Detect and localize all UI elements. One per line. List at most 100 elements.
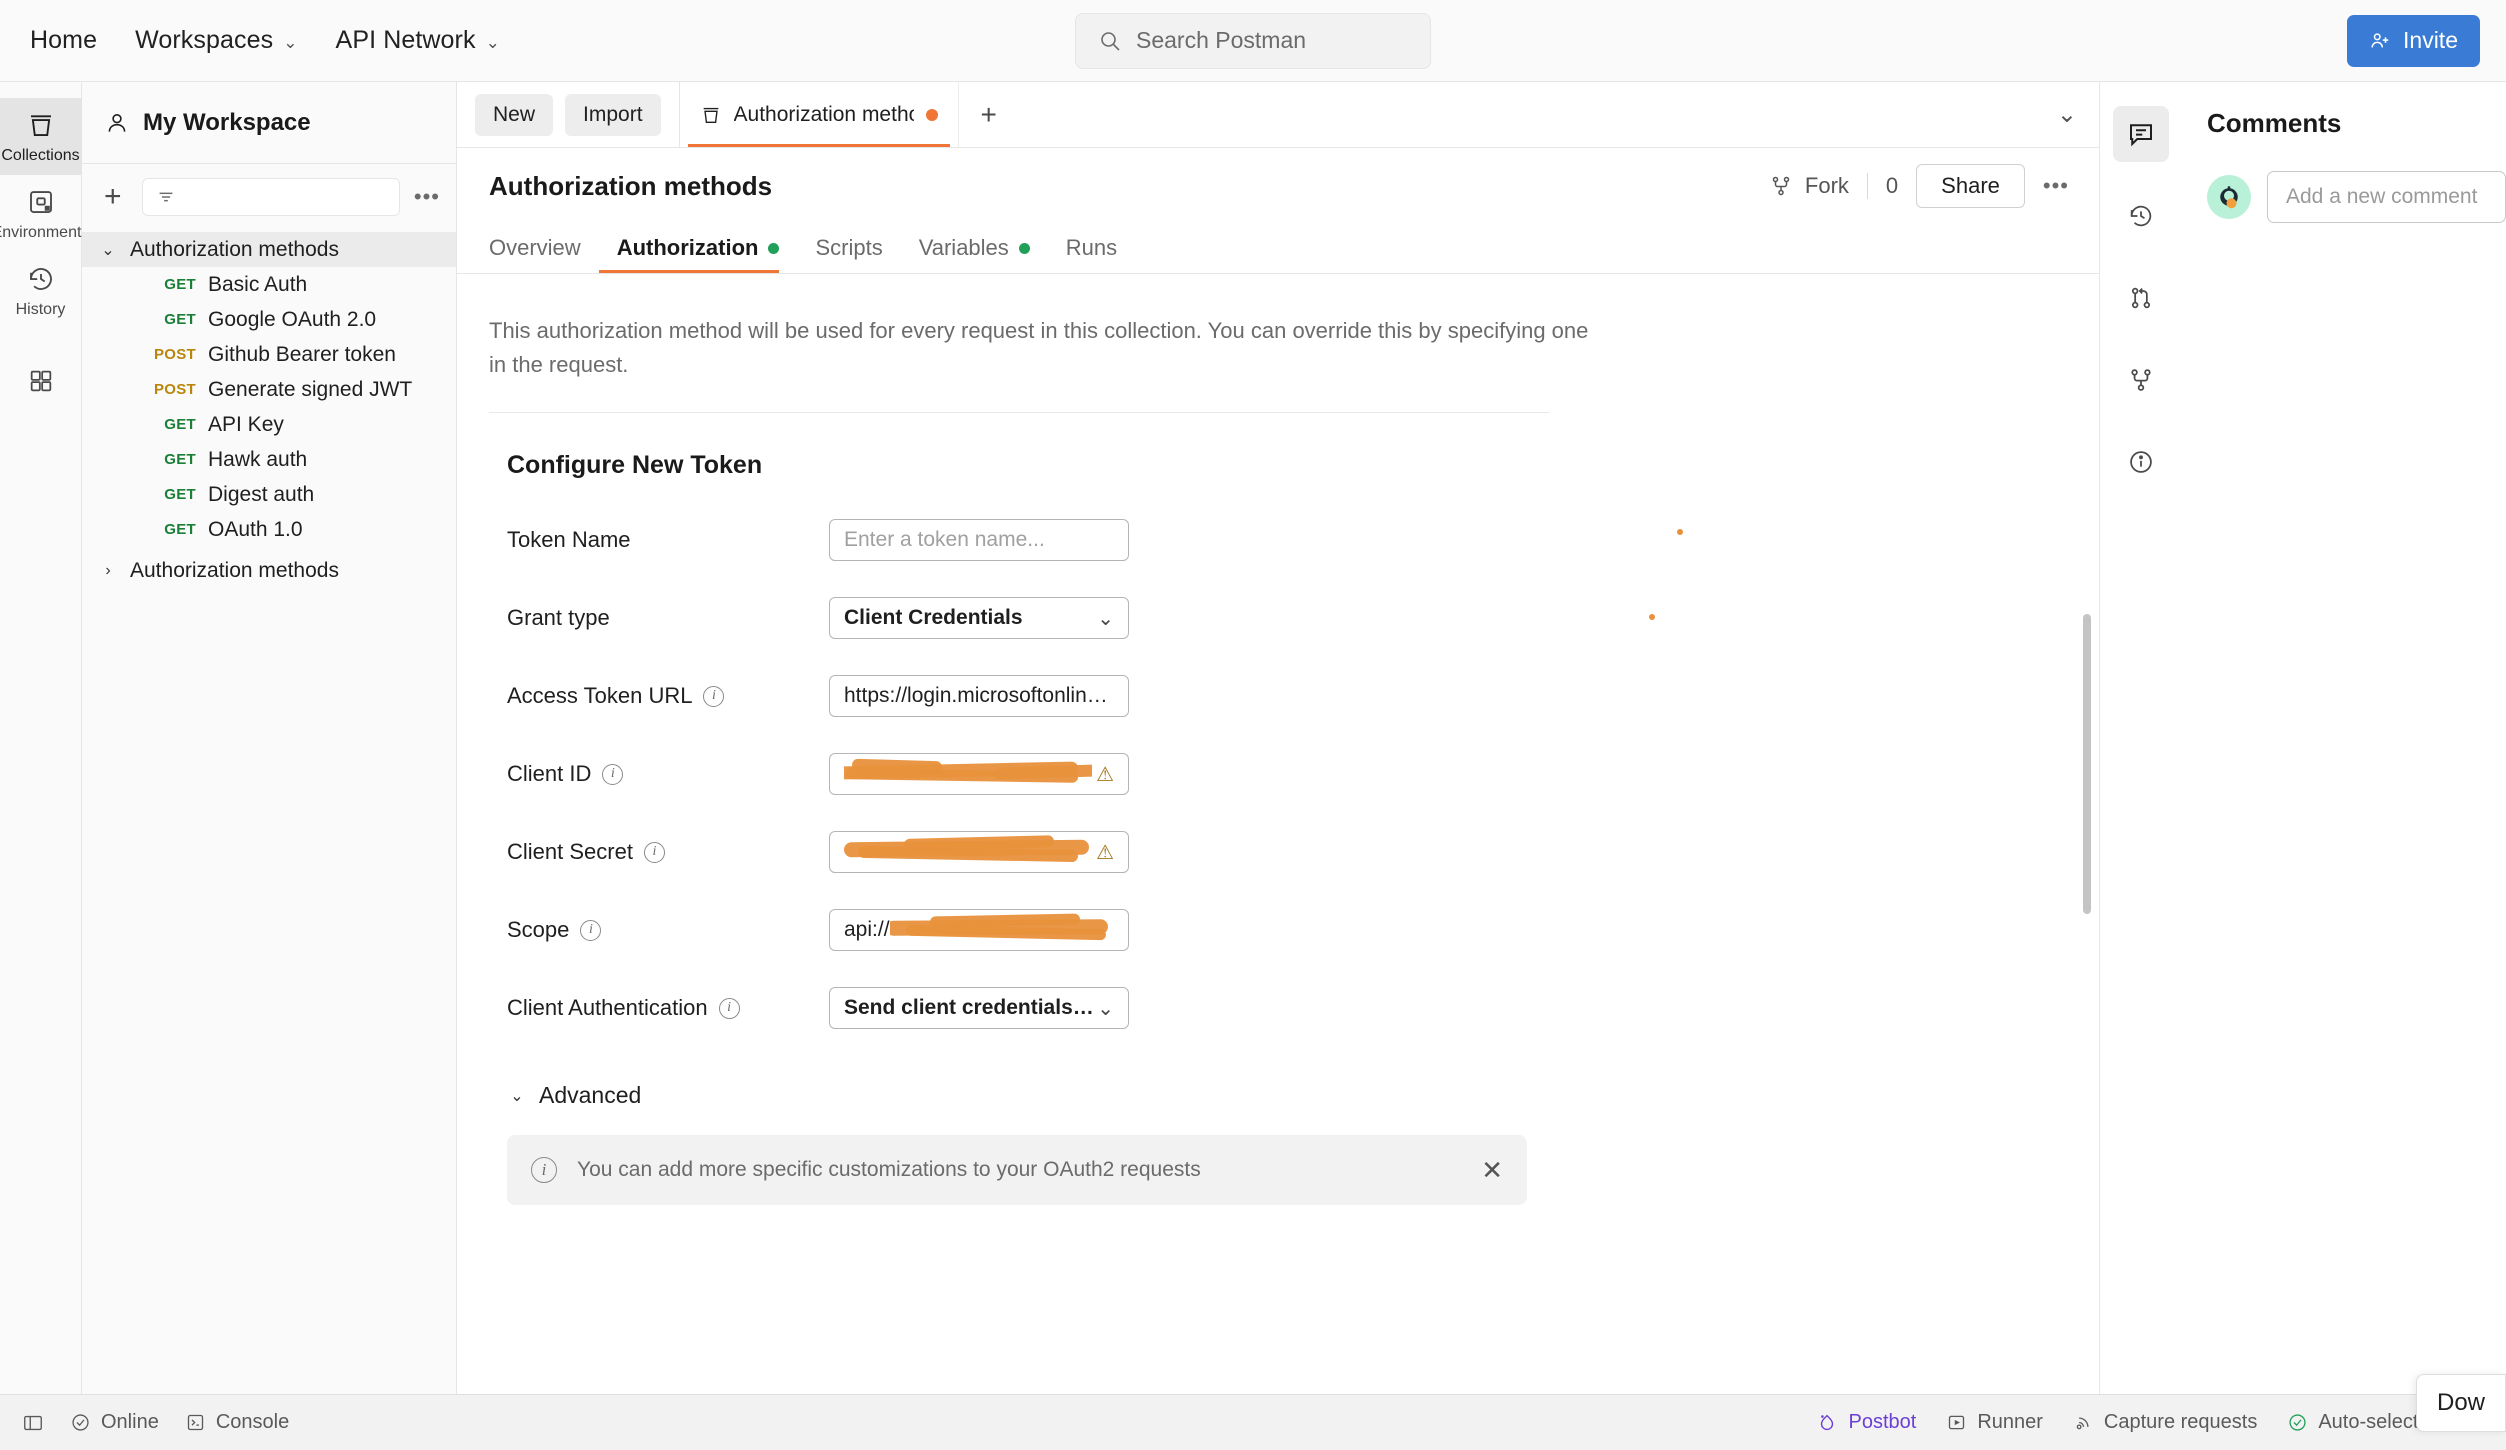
tab-scripts-label: Scripts <box>815 235 882 261</box>
list-item[interactable]: GET OAuth 1.0 <box>82 512 456 547</box>
nav-home[interactable]: Home <box>30 26 97 55</box>
info-icon[interactable]: i <box>703 686 724 707</box>
unsaved-dot-icon <box>926 109 938 121</box>
client-secret-input[interactable]: ⚠ <box>829 831 1129 873</box>
search-placeholder: Search Postman <box>1136 27 1306 54</box>
list-item[interactable]: POST Github Bearer token <box>82 337 456 372</box>
client-id-input[interactable]: ⚠ <box>829 753 1129 795</box>
method-badge: GET <box>142 521 196 538</box>
sidebar-item-apps[interactable] <box>0 355 82 405</box>
filter-input[interactable] <box>142 178 400 216</box>
tree-folder-authorization-methods[interactable]: ⌄ Authorization methods <box>82 232 456 267</box>
collection-more-button[interactable]: ••• <box>2043 173 2069 199</box>
top-bar: Home Workspaces ⌄ API Network ⌄ Search P… <box>0 0 2506 82</box>
comments-panel-button[interactable] <box>2113 106 2169 162</box>
console-label: Console <box>216 1411 289 1434</box>
list-item[interactable]: GET Hawk auth <box>82 442 456 477</box>
sidebar-toggle-icon <box>22 1412 44 1434</box>
sidebar-toggle-button[interactable] <box>22 1412 44 1434</box>
advanced-toggle[interactable]: ⌄ Advanced <box>507 1082 2099 1109</box>
close-icon[interactable]: ✕ <box>1481 1155 1503 1186</box>
tab-overview[interactable]: Overview <box>489 235 599 273</box>
scope-input[interactable]: api:// <box>829 909 1129 951</box>
add-collection-button[interactable]: + <box>98 182 128 212</box>
runner-button[interactable]: Runner <box>1946 1411 2043 1434</box>
collection-header: Authorization methods Fork 0 Share • <box>457 148 2099 224</box>
client-authentication-select[interactable]: Send client credentials in body ⌄ <box>829 987 1129 1029</box>
list-item[interactable]: GET Google OAuth 2.0 <box>82 302 456 337</box>
collections-more-button[interactable]: ••• <box>414 184 440 210</box>
chevron-down-icon: ⌄ <box>1097 996 1114 1021</box>
list-item[interactable]: GET Digest auth <box>82 477 456 512</box>
label-text: Token Name <box>507 527 631 553</box>
method-badge: GET <box>142 451 196 468</box>
info-icon[interactable]: i <box>719 998 740 1019</box>
postbot-button[interactable]: Postbot <box>1816 1411 1916 1434</box>
capture-icon <box>2073 1412 2094 1433</box>
sidebar-item-environments[interactable]: Environments <box>0 175 82 252</box>
console-icon <box>185 1412 206 1433</box>
tab-variables[interactable]: Variables <box>901 235 1048 273</box>
history-icon <box>26 264 56 294</box>
collections-toolbar: + ••• <box>82 164 456 230</box>
tab-runs[interactable]: Runs <box>1048 235 1135 273</box>
tab-runs-label: Runs <box>1066 235 1117 261</box>
page-title: Authorization methods <box>489 171 772 202</box>
list-item[interactable]: GET API Key <box>82 407 456 442</box>
tab-authorization[interactable]: Authorization <box>599 235 798 273</box>
apps-grid-icon <box>27 367 55 395</box>
online-status[interactable]: Online <box>70 1411 159 1434</box>
tab-scripts[interactable]: Scripts <box>797 235 900 273</box>
tree-folder-authorization-methods-2[interactable]: › Authorization methods <box>82 553 456 588</box>
info-icon[interactable]: i <box>644 842 665 863</box>
status-bar: Online Console Postbot Runner <box>0 1394 2506 1450</box>
list-item[interactable]: POST Generate signed JWT <box>82 372 456 407</box>
main-body: Collections Environments History <box>0 82 2506 1394</box>
comments-panel: Comments Add a new comment <box>2181 82 2506 1394</box>
fork-button[interactable]: Fork <box>1769 173 1849 199</box>
invite-button[interactable]: Invite <box>2347 15 2480 67</box>
content-scrollbar[interactable] <box>2083 614 2091 914</box>
new-button[interactable]: New <box>475 94 553 136</box>
comment-input[interactable]: Add a new comment <box>2267 171 2506 223</box>
share-button[interactable]: Share <box>1916 164 2025 208</box>
form-row-access-token-url: Access Token URL i https://login.microso… <box>489 666 2099 726</box>
forks-panel-button[interactable] <box>2113 352 2169 408</box>
capture-requests-label: Capture requests <box>2104 1411 2257 1434</box>
left-rail: Collections Environments History <box>0 82 82 1394</box>
pull-requests-panel-button[interactable] <box>2113 270 2169 326</box>
scope-value-prefix: api:// <box>844 918 890 942</box>
nav-api-network[interactable]: API Network ⌄ <box>336 26 500 55</box>
search-input[interactable]: Search Postman <box>1075 13 1431 69</box>
list-item[interactable]: GET Basic Auth <box>82 267 456 302</box>
sidebar-item-collections[interactable]: Collections <box>0 98 82 175</box>
label-client-secret: Client Secret i <box>489 839 829 865</box>
tab-authorization-methods[interactable]: Authorization methods <box>680 82 959 147</box>
download-toast[interactable]: Dow <box>2416 1374 2506 1432</box>
client-authentication-value: Send client credentials in body <box>844 996 1097 1020</box>
redacted-value <box>844 754 1092 794</box>
runner-label: Runner <box>1977 1411 2043 1434</box>
status-dot-icon <box>768 243 779 254</box>
import-button[interactable]: Import <box>565 94 661 136</box>
sidebar-item-history[interactable]: History <box>0 252 82 329</box>
access-token-url-input[interactable]: https://login.microsoftonline.com/0d… <box>829 675 1129 717</box>
capture-requests-button[interactable]: Capture requests <box>2073 1411 2257 1434</box>
activity-panel-button[interactable] <box>2113 188 2169 244</box>
nav-workspaces[interactable]: Workspaces ⌄ <box>135 26 297 55</box>
tab-overview-label: Overview <box>489 235 581 261</box>
label-text: Client Authentication <box>507 995 708 1021</box>
new-tab-button[interactable]: + <box>959 82 1019 147</box>
grant-type-select[interactable]: Client Credentials ⌄ <box>829 597 1129 639</box>
advanced-label: Advanced <box>539 1082 641 1109</box>
fork-icon <box>2127 366 2155 394</box>
console-button[interactable]: Console <box>185 1411 289 1434</box>
token-name-input[interactable]: Enter a token name... <box>829 519 1129 561</box>
info-icon[interactable]: i <box>602 764 623 785</box>
chevron-down-icon[interactable]: ⌄ <box>2057 100 2077 129</box>
info-icon[interactable]: i <box>580 920 601 941</box>
workspace-header: My Workspace <box>82 82 456 164</box>
postbot-icon <box>1816 1412 1838 1434</box>
label-text: Grant type <box>507 605 610 631</box>
info-panel-button[interactable] <box>2113 434 2169 490</box>
